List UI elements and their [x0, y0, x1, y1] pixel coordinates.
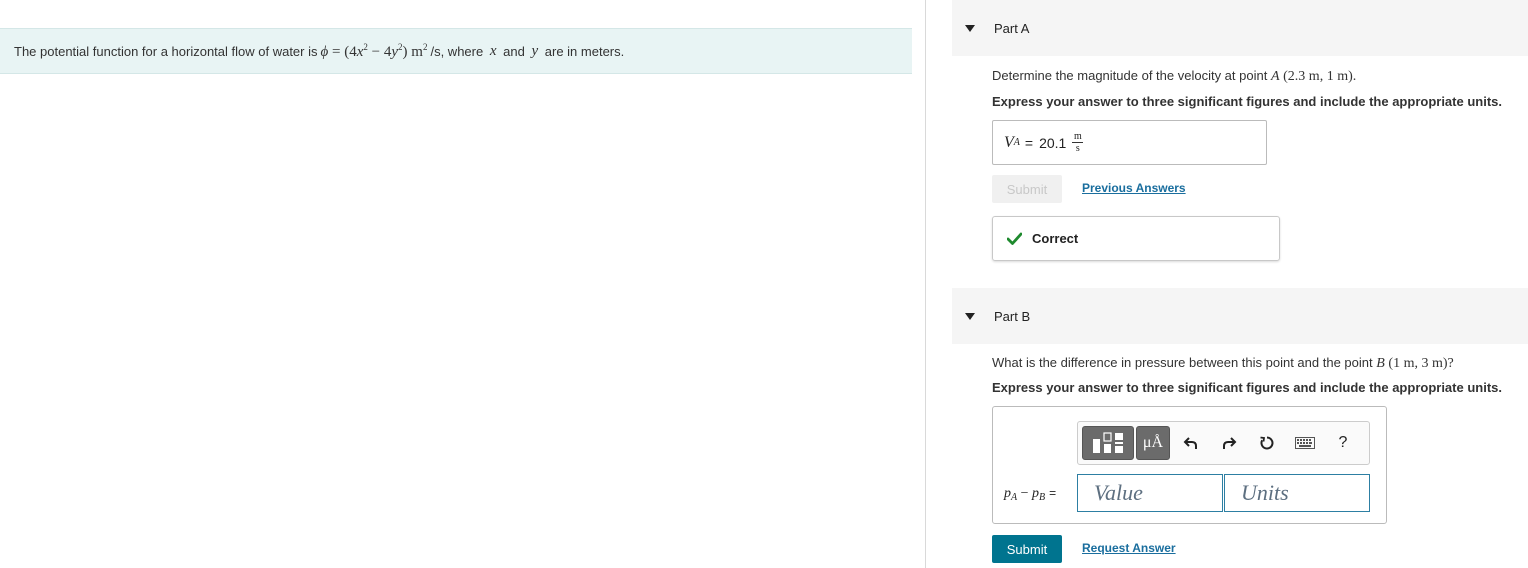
part-b-instruction: Express your answer to three significant…	[992, 380, 1502, 395]
request-answer-link[interactable]: Request Answer	[1082, 541, 1176, 555]
intro-var-y: y	[531, 42, 539, 59]
part-a-question: Determine the magnitude of the velocity …	[992, 68, 1357, 84]
answer-unit: m s	[1072, 131, 1084, 154]
part-b-title: Part B	[994, 308, 1031, 324]
answer-value: 20.1	[1039, 134, 1067, 151]
intro-var-x: x	[489, 42, 497, 59]
intro-unit-rest: /s, where	[430, 43, 484, 59]
equation-toolbar: μÅ ?	[1077, 421, 1370, 465]
feedback-label: Correct	[1032, 231, 1079, 246]
part-b-question: What is the difference in pressure betwe…	[992, 355, 1454, 371]
value-input[interactable]: Value	[1077, 474, 1223, 512]
undo-icon[interactable]	[1172, 426, 1210, 460]
reset-icon[interactable]	[1248, 426, 1286, 460]
problem-statement-pane: The potential function for a horizontal …	[0, 0, 926, 568]
help-icon[interactable]: ?	[1324, 426, 1362, 460]
units-input[interactable]: Units	[1224, 474, 1370, 512]
part-a-header[interactable]: Part A	[952, 0, 1528, 56]
pressure-difference-label: pA − pB =	[1004, 486, 1057, 503]
intro-suffix: are in meters.	[544, 43, 625, 59]
potential-function-formula: ϕ = (4x2 − 4y2) m2	[320, 41, 428, 60]
checkmark-icon	[1007, 232, 1022, 245]
intro-text: The potential function for a horizontal …	[14, 43, 318, 59]
templates-icon	[1093, 432, 1123, 453]
correct-feedback: Correct	[992, 216, 1280, 261]
part-b-submit-button[interactable]: Submit	[992, 535, 1062, 563]
part-b-header[interactable]: Part B	[952, 288, 1528, 344]
collapse-caret-icon[interactable]	[965, 24, 975, 32]
keyboard-icon[interactable]	[1286, 426, 1324, 460]
part-a-answer-display: VA = 20.1 m s	[992, 120, 1267, 165]
collapse-caret-icon[interactable]	[965, 312, 975, 320]
part-a-instruction: Express your answer to three significant…	[992, 94, 1502, 109]
units-symbol-button[interactable]: μÅ	[1136, 426, 1170, 460]
redo-icon[interactable]	[1210, 426, 1248, 460]
problem-intro: The potential function for a horizontal …	[0, 28, 912, 74]
templates-button[interactable]	[1082, 426, 1134, 460]
previous-answers-link[interactable]: Previous Answers	[1082, 181, 1186, 195]
part-a-title: Part A	[994, 20, 1030, 36]
answer-editor: μÅ ? pA − pB = Value Units	[992, 406, 1387, 524]
part-a-submit-button: Submit	[992, 175, 1062, 203]
